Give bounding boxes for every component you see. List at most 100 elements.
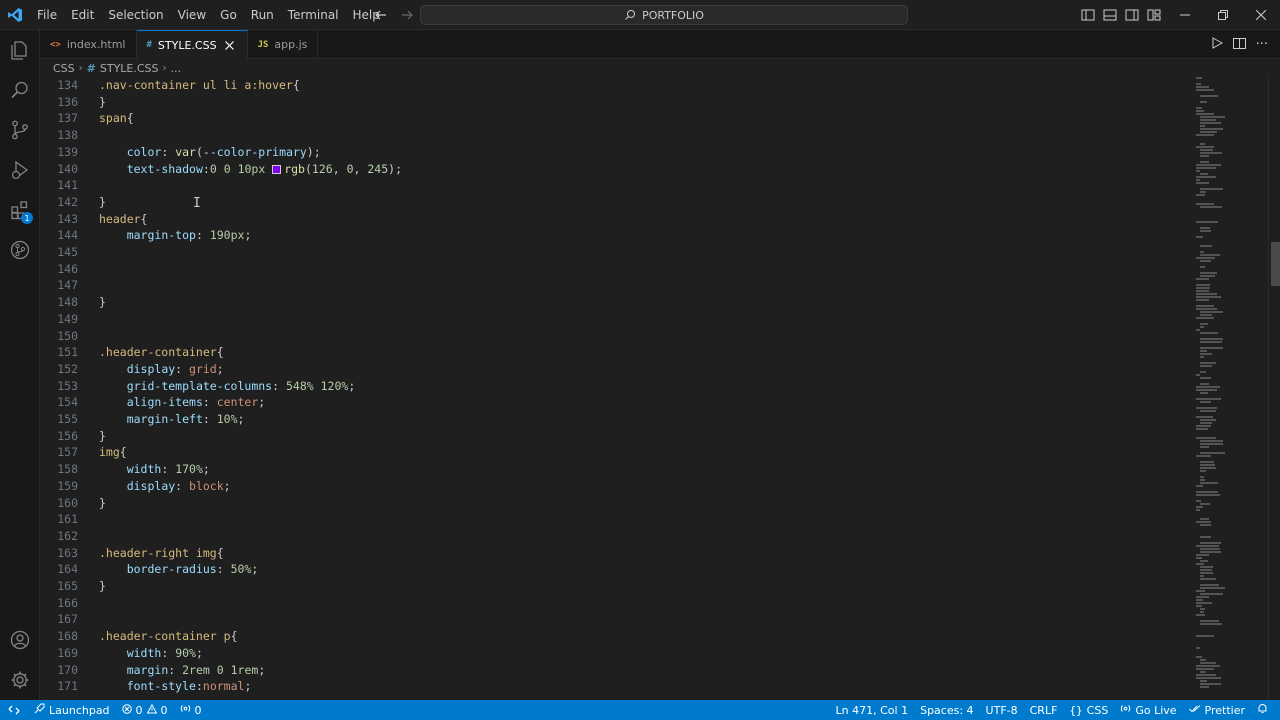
code-line[interactable]: 146 (40, 261, 1190, 278)
prettier-button[interactable]: Prettier (1183, 700, 1251, 720)
code-line[interactable]: 136} (40, 94, 1190, 111)
run-and-debug-icon[interactable] (0, 150, 40, 190)
color-swatch-icon[interactable] (272, 164, 282, 174)
code-line[interactable]: 137 span{ (40, 110, 1190, 127)
end-of-line[interactable]: CRLF (1024, 700, 1064, 720)
breadcrumb-folder[interactable]: CSS (53, 62, 75, 75)
forward-arrow-icon[interactable] (398, 6, 416, 24)
ports-indicator[interactable]: 0 (174, 700, 208, 720)
menu-item-run[interactable]: Run (244, 0, 281, 30)
accounts-icon[interactable] (0, 620, 40, 660)
code-line[interactable]: 169 width: 90%; (40, 645, 1190, 662)
more-actions-icon[interactable]: ··· (1256, 37, 1268, 52)
git-graph-icon[interactable] (0, 230, 40, 270)
toggle-panel-icon[interactable] (1102, 7, 1118, 23)
layout-controls (1080, 0, 1162, 30)
close-window-icon[interactable] (1242, 0, 1280, 30)
code-line[interactable]: 134 .nav-container ul li a:hover{ (40, 77, 1190, 94)
code-line[interactable]: 164 border-radius: 50%; (40, 561, 1190, 578)
code-line[interactable]: 166 (40, 595, 1190, 612)
activity-bar: 1 (0, 30, 40, 700)
code-line[interactable]: 139 color: var(--color-primary); (40, 144, 1190, 161)
code-line[interactable]: 165} (40, 578, 1190, 595)
minimize-icon[interactable] (1166, 0, 1204, 30)
explorer-icon[interactable] (0, 30, 40, 70)
cursor-position[interactable]: Ln 471, Col 1 (830, 700, 915, 720)
code-line[interactable]: 145 (40, 244, 1190, 261)
code-line[interactable]: 167 (40, 611, 1190, 628)
code-line[interactable]: 162 (40, 528, 1190, 545)
search-icon[interactable] (0, 70, 40, 110)
code-line[interactable]: 149 (40, 311, 1190, 328)
run-icon[interactable] (1211, 37, 1223, 52)
tab-style-css[interactable]: # STYLE.CSS (136, 30, 248, 59)
code-line[interactable]: 142} (40, 194, 1190, 211)
scrollbar-thumb[interactable] (1271, 242, 1280, 286)
code-editor[interactable]: I 134 .nav-container ul li a:hover{136} 13… (40, 77, 1190, 700)
code-line[interactable]: 150 (40, 328, 1190, 345)
editor-tabs: <> index.html # STYLE.CSS JS app.js (40, 30, 1280, 59)
code-line[interactable]: 159 display: block; (40, 478, 1190, 495)
minimap-line (1200, 338, 1223, 340)
breadcrumb-file[interactable]: STYLE.CSS (100, 62, 159, 75)
code-line[interactable]: 155 margin-left: 10%; (40, 411, 1190, 428)
toggle-primary-sidebar-icon[interactable] (1080, 7, 1096, 23)
code-line[interactable]: 157 img{ (40, 444, 1190, 461)
code-line[interactable]: 148} (40, 294, 1190, 311)
code-line[interactable]: 161 (40, 511, 1190, 528)
tab-index-html[interactable]: <> index.html (40, 30, 137, 59)
remote-indicator-icon[interactable] (0, 700, 28, 720)
code-line[interactable]: 147 (40, 277, 1190, 294)
minimap-line (1196, 374, 1200, 376)
restore-icon[interactable] (1204, 0, 1242, 30)
launchpad-button[interactable]: Launchpad (28, 700, 116, 720)
code-line[interactable]: 152 display: grid; (40, 361, 1190, 378)
menu-item-file[interactable]: File (30, 0, 64, 30)
code-text: font-style:normal; (126, 679, 252, 694)
code-line[interactable]: 153 grid-template-columns: 548% 120%; (40, 378, 1190, 395)
problems-indicator[interactable]: 0 0 (116, 700, 174, 720)
code-line[interactable]: 154 align-items: center; (40, 394, 1190, 411)
code-line[interactable]: 160} (40, 495, 1190, 512)
language-mode[interactable]: {} CSS (1063, 700, 1114, 720)
back-arrow-icon[interactable] (372, 6, 390, 24)
customize-layout-icon[interactable] (1146, 7, 1162, 23)
code-line[interactable]: 138 (40, 127, 1190, 144)
close-icon[interactable] (223, 38, 237, 52)
split-editor-icon[interactable] (1232, 37, 1246, 53)
minimap-line (1200, 101, 1207, 103)
menu-item-edit[interactable]: Edit (64, 0, 101, 30)
code-line[interactable]: 168 .header-container p{ (40, 628, 1190, 645)
menu-item-go[interactable]: Go (213, 0, 244, 30)
code-line[interactable]: 170 margin: 2rem 0 1rem; (40, 662, 1190, 679)
breadcrumb-more[interactable]: ... (171, 62, 182, 75)
minimap-line (1200, 542, 1221, 544)
settings-gear-icon[interactable] (0, 660, 40, 700)
menu-item-view[interactable]: View (171, 0, 213, 30)
editor-actions: ··· (1211, 30, 1268, 59)
minimap-line (1196, 590, 1205, 592)
tab-app-js[interactable]: JS app.js (248, 30, 319, 59)
code-line[interactable]: 144 margin-top: 190px; (40, 227, 1190, 244)
code-line[interactable]: 143 header{ (40, 211, 1190, 228)
vertical-scrollbar[interactable] (1268, 77, 1280, 700)
indentation[interactable]: Spaces: 4 (914, 700, 979, 720)
code-line[interactable]: 171 font-style:normal; (40, 678, 1190, 695)
code-line[interactable]: 141 (40, 177, 1190, 194)
go-live-button[interactable]: Go Live (1114, 700, 1182, 720)
minimap[interactable] (1190, 77, 1268, 700)
code-line[interactable]: 158 width: 170%; (40, 461, 1190, 478)
code-line[interactable]: 163 .header-right img{ (40, 545, 1190, 562)
menu-item-selection[interactable]: Selection (101, 0, 170, 30)
source-control-icon[interactable] (0, 110, 40, 150)
code-line[interactable]: 140 text-shadow:0 0 10px rgb(126, 0, 245… (40, 161, 1190, 178)
code-line[interactable]: 151 .header-container{ (40, 344, 1190, 361)
toggle-secondary-sidebar-icon[interactable] (1124, 7, 1140, 23)
encoding[interactable]: UTF-8 (980, 700, 1024, 720)
tab-label: STYLE.CSS (157, 38, 217, 52)
command-center-search[interactable]: PORTFOLIO (420, 5, 908, 25)
extensions-icon[interactable]: 1 (0, 190, 40, 230)
menu-item-terminal[interactable]: Terminal (281, 0, 346, 30)
code-line[interactable]: 156} (40, 428, 1190, 445)
notifications-button[interactable] (1251, 700, 1274, 720)
